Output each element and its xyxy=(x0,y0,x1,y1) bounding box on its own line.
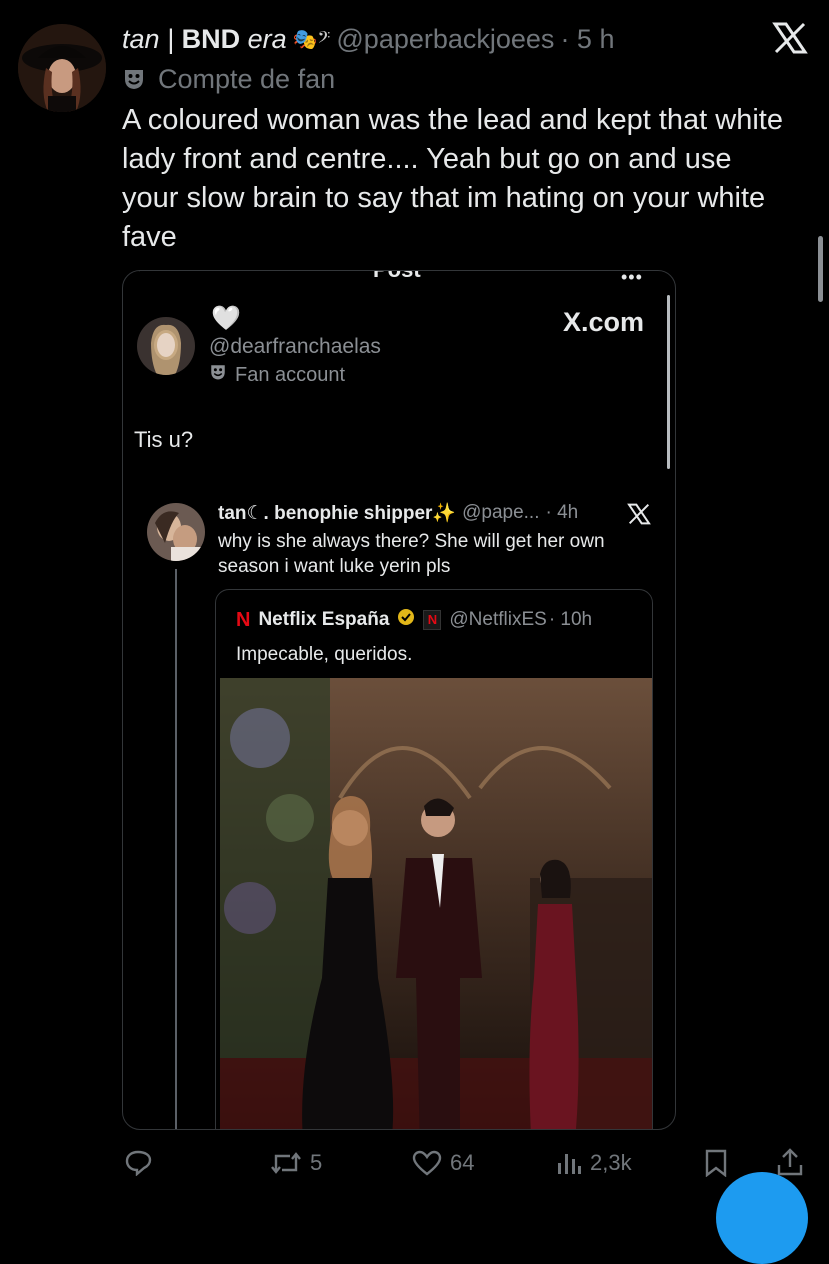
views-button[interactable]: 2,3k xyxy=(556,1150,632,1176)
inner-quote-card: N Netflix España N @NetflixES · 10h Impe… xyxy=(215,589,653,1129)
embedded-badge: Fan account xyxy=(209,363,345,387)
like-count: 64 xyxy=(450,1150,475,1175)
embedded-back-icon xyxy=(137,271,151,272)
author-avatar[interactable] xyxy=(18,24,106,112)
embedded-heart: 🤍 xyxy=(211,305,241,332)
inner-time: · 10h xyxy=(548,609,593,630)
verified-icon xyxy=(397,608,415,632)
quote-time: · 4h xyxy=(545,502,579,523)
quote-text: why is she always there? She will get he… xyxy=(218,531,605,577)
views-icon xyxy=(556,1150,582,1176)
embedded-handle: @dearfranchaelas xyxy=(209,335,381,358)
badge-label: Compte de fan xyxy=(158,63,336,94)
tweet-time[interactable]: · 5 h xyxy=(560,24,614,55)
embedded-more-icon: ••• xyxy=(621,270,643,287)
retweet-count: 5 xyxy=(310,1150,323,1175)
embedded-avatar xyxy=(137,317,195,375)
embedded-mask-icon xyxy=(209,363,227,387)
fan-badge: Compte de fan xyxy=(122,62,335,96)
quote-handle: @pape... xyxy=(462,502,540,523)
embedded-scrollbar xyxy=(667,295,670,469)
quote-header: tan☾. benophie shipper✨ @pape... · 4h xyxy=(218,501,578,525)
share-icon[interactable] xyxy=(776,1147,804,1177)
reply-icon[interactable] xyxy=(124,1150,152,1176)
bookmark-icon[interactable] xyxy=(704,1149,728,1177)
embedded-xcom: X.com xyxy=(563,307,645,337)
netflix-badge-icon: N xyxy=(423,610,442,630)
compose-fab[interactable] xyxy=(716,1172,808,1264)
views-count: 2,3k xyxy=(590,1150,632,1175)
thread-line xyxy=(175,569,177,1129)
embedded-image[interactable]: Post ••• 🤍 @dearfranchaelas Fan account … xyxy=(122,270,676,1130)
inner-handle: @NetflixES xyxy=(449,609,547,630)
tweet-header: tan | BND era 🎭𝄢 @paperbackjoees · 5 h xyxy=(122,22,614,56)
embedded-text: Tis u? xyxy=(134,427,194,452)
inner-header: N Netflix España N @NetflixES · 10h xyxy=(236,608,592,632)
mask-icon xyxy=(122,67,146,91)
author-handle[interactable]: @paperbackjoees xyxy=(336,24,554,55)
inner-text: Impecable, queridos. xyxy=(236,644,413,665)
netflix-logo-icon: N xyxy=(236,608,251,631)
page-scrollbar[interactable] xyxy=(818,236,823,302)
tweet-text: A coloured woman was the lead and kept t… xyxy=(122,104,783,253)
retweet-button[interactable]: 5 xyxy=(270,1150,322,1176)
netflix-photo xyxy=(220,678,652,1129)
name-emoji: 🎭𝄢 xyxy=(292,28,331,51)
inner-name: Netflix España xyxy=(258,609,390,630)
embedded-top-title: Post xyxy=(373,271,421,283)
heart-icon xyxy=(412,1150,442,1176)
like-button[interactable]: 64 xyxy=(412,1150,474,1176)
quote-avatar xyxy=(147,503,205,561)
retweet-icon xyxy=(270,1151,302,1175)
quote-name: tan☾. benophie shipper✨ xyxy=(218,503,457,524)
author-name[interactable]: tan | BND era xyxy=(122,24,287,55)
quote-x-logo-icon xyxy=(627,503,651,530)
x-logo-icon xyxy=(772,22,808,54)
